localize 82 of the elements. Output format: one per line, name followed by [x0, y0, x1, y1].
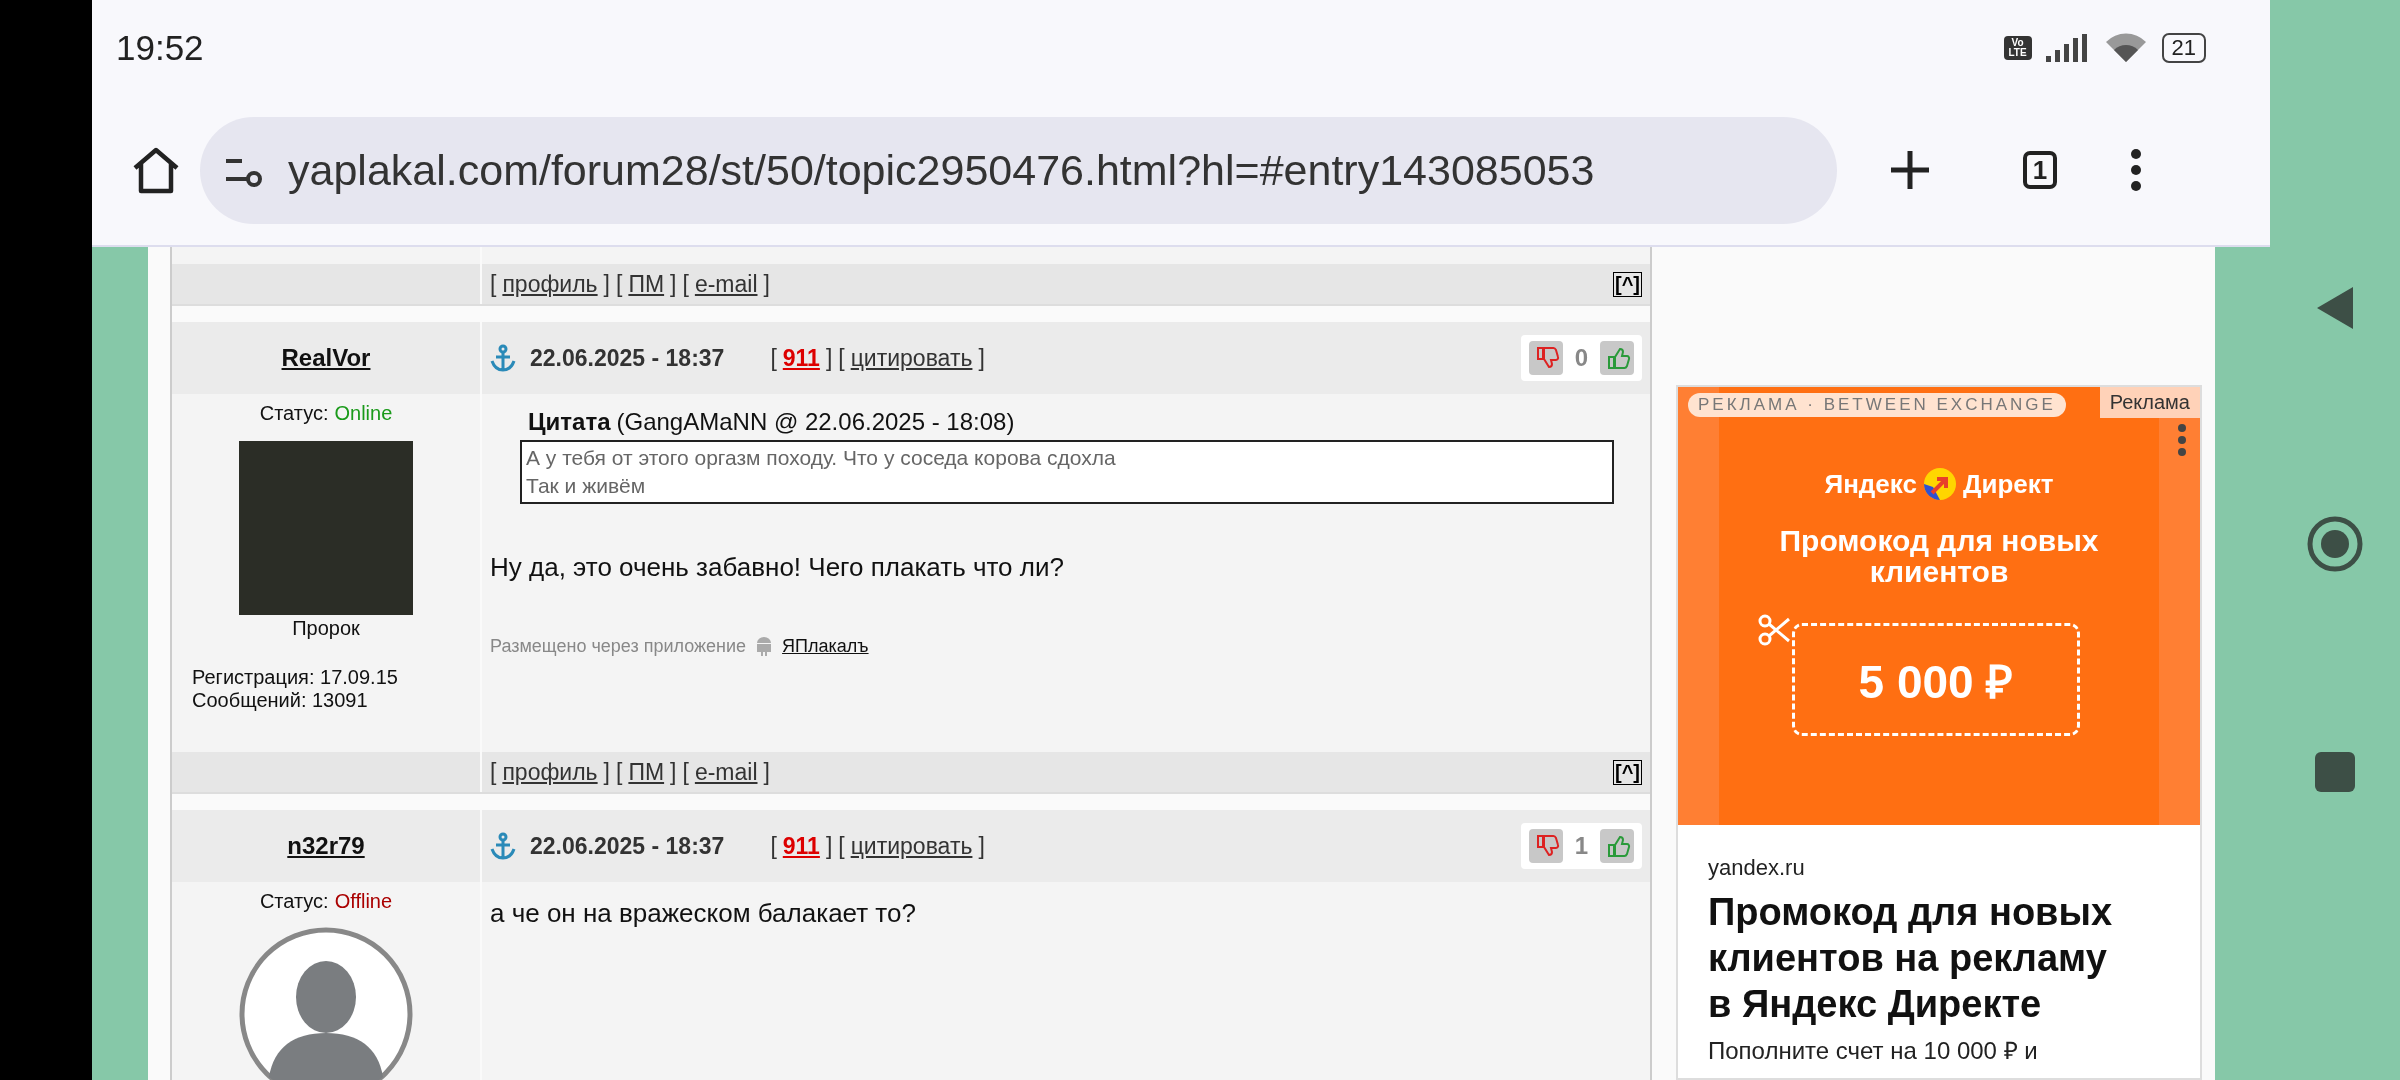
address-bar[interactable]: yaplakal.com/forum28/st/50/topic2950476.html?hl=#entry143085053 — [200, 116, 1837, 224]
posted-via-label: Размещено через приложение — [490, 635, 747, 657]
bracket-text: [ — [682, 270, 689, 298]
bracket-text: ] — [825, 832, 833, 860]
user-rank: Пророк — [292, 617, 360, 640]
bracket-text: ] — [603, 758, 610, 786]
post-date: 22.06.2025 - 18:37 — [530, 832, 725, 860]
signal-icon — [2045, 33, 2090, 62]
thumbs-up-icon[interactable] — [1600, 829, 1634, 863]
bracket-text: ] — [978, 832, 985, 860]
bracket-text: [ — [616, 758, 623, 786]
quote-source: (GangAMaNN @ 22.06.2025 - 18:08) — [616, 408, 1015, 436]
post-number-link[interactable]: 911 — [782, 344, 820, 372]
back-to-top-link[interactable]: [^] — [1613, 759, 1642, 785]
ad-label: Реклама — [2099, 387, 2200, 418]
status-label: Статус: — [259, 890, 329, 913]
anchor-icon[interactable] — [490, 344, 516, 372]
tab-count-button[interactable]: 1 — [2023, 151, 2057, 189]
bracket-text: [ — [616, 270, 623, 298]
volte-badge: Vo LTE — [2003, 35, 2032, 60]
ad-banner[interactable]: Яндекс Директ Промокод для новых клиентов 5 000 ₽ РЕКЛАМА · BETWEEN EXCHANGE Реклама — [1678, 387, 2200, 825]
scissors-icon — [1758, 613, 1792, 647]
post-date: 22.06.2025 - 18:37 — [530, 344, 725, 372]
text-link[interactable]: e-mail — [694, 270, 758, 298]
bracket-text: ] — [670, 270, 677, 298]
text-link[interactable]: e-mail — [694, 758, 758, 786]
bracket-text: [ — [838, 344, 845, 372]
bracket-text: ] — [763, 270, 770, 298]
message-count: Сообщений: 13091 — [191, 689, 368, 712]
registration-date: Регистрация: 17.09.15 — [191, 666, 398, 689]
text-link[interactable]: ПМ — [628, 270, 665, 298]
ad-headline[interactable]: Промокод для новых клиентов на рекламу в Яндекс Директе — [1708, 889, 2140, 1027]
text-link[interactable]: профиль — [502, 758, 598, 786]
menu-button[interactable] — [2129, 148, 2143, 192]
thumbs-down-icon[interactable] — [1528, 341, 1563, 375]
promo-amount: 5 000 ₽ — [1792, 623, 2080, 736]
text-link[interactable]: профиль — [502, 270, 598, 298]
rating-count: 0 — [1574, 344, 1588, 372]
bracket-text: ] — [978, 344, 985, 372]
post-number-link[interactable]: 911 — [782, 832, 820, 860]
battery-level: 21 — [2161, 32, 2206, 63]
status-label: Статус: — [259, 402, 329, 425]
bracket-text: ] — [670, 758, 677, 786]
post-text: Ну да, это очень забавно! Чего плакать что ли? — [490, 552, 1065, 583]
status-value: Online — [334, 402, 393, 425]
url-text: yaplakal.com/forum28/st/50/topic2950476.html?hl=#entry143085053 — [288, 145, 1595, 195]
quote-box: А у тебя от этого оргазм походу. Что у соседа корова сдохла Так и живём — [520, 440, 1614, 504]
author-link[interactable]: RealVor — [281, 344, 371, 372]
arrow-logo-icon — [1922, 467, 1957, 501]
bracket-text: ] — [763, 758, 770, 786]
bracket-text: [ — [770, 832, 777, 860]
bracket-text: ] — [603, 270, 610, 298]
bracket-text: [ — [682, 758, 689, 786]
logo-text: Яндекс — [1824, 468, 1917, 500]
ad-card[interactable]: Яндекс Директ Промокод для новых клиентов 5 000 ₽ РЕКЛАМА · BETWEEN EXCHANGE Реклама yandex.ru Промокод для новых клиентов на рекламу в Яндекс Директе Пополните счет на 10 000 ₽ и — [1676, 385, 2202, 1080]
bracket-text: [ — [838, 832, 845, 860]
quote-title: Цитата — [528, 408, 611, 436]
banner-title: Промокод для новых клиентов — [1778, 525, 2100, 587]
rating-count: 1 — [1574, 832, 1588, 860]
status-value: Offline — [334, 890, 393, 913]
logo-text: Директ — [1962, 468, 2054, 500]
back-icon[interactable] — [2315, 285, 2355, 331]
clock-time: 19:52 — [116, 27, 204, 68]
home-circle-icon[interactable] — [2307, 516, 2363, 572]
anchor-icon[interactable] — [490, 832, 516, 860]
text-link[interactable]: цитировать — [850, 832, 973, 860]
ad-network-label: РЕКЛАМА · BETWEEN EXCHANGE — [1688, 393, 2066, 417]
more-options-icon[interactable] — [2176, 423, 2188, 457]
text-link[interactable]: ПМ — [628, 758, 665, 786]
bracket-text: [ — [770, 344, 777, 372]
back-to-top-link[interactable]: [^] — [1613, 271, 1642, 297]
ad-domain: yandex.ru — [1708, 855, 1806, 881]
text-link[interactable]: цитировать — [850, 344, 973, 372]
bracket-text: [ — [490, 758, 497, 786]
bracket-text: ] — [825, 344, 833, 372]
app-link[interactable]: ЯПлакалъ — [782, 635, 869, 657]
bracket-text: [ — [490, 270, 497, 298]
thumbs-down-icon[interactable] — [1528, 829, 1563, 863]
post-text: а че он на вражеском балакает то? — [490, 898, 917, 929]
ad-description: Пополните счет на 10 000 ₽ и — [1708, 1036, 2039, 1066]
thumbs-up-icon[interactable] — [1600, 341, 1634, 375]
author-link[interactable]: n32r79 — [287, 832, 365, 860]
